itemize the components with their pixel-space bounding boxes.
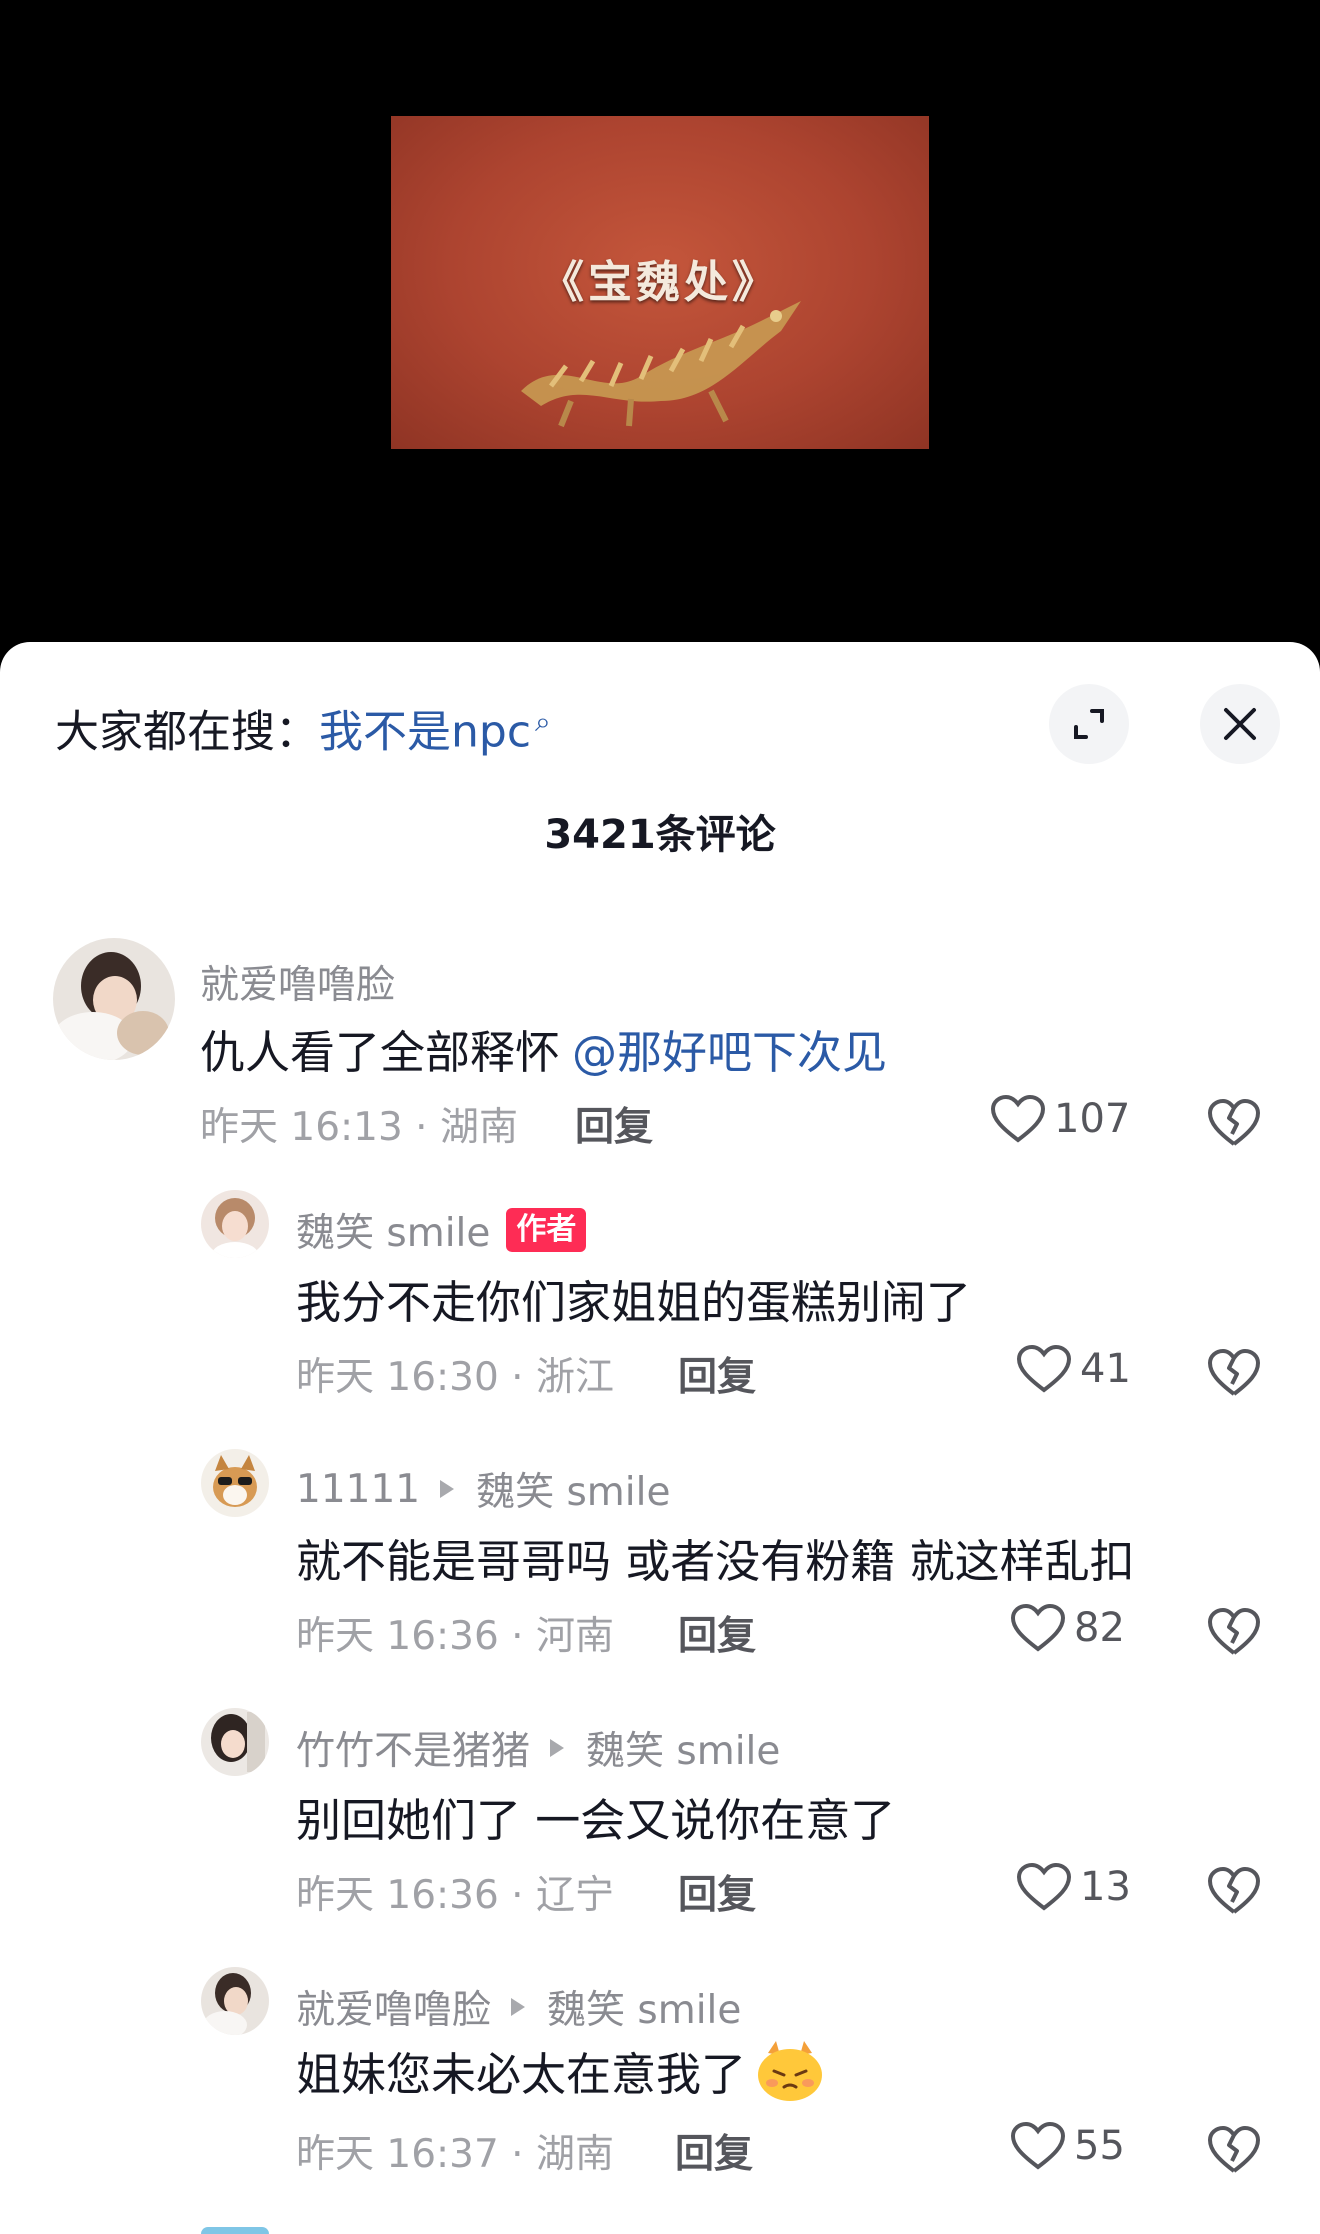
expand-icon bbox=[1074, 709, 1104, 739]
avatar[interactable] bbox=[53, 938, 175, 1060]
reply-arrow-icon bbox=[550, 1739, 565, 1757]
comment-text: 姐妹您未必太在意我了 bbox=[296, 2037, 826, 2103]
dislike-button[interactable] bbox=[1207, 1866, 1261, 1920]
like-button[interactable]: 41 bbox=[1016, 1344, 1131, 1394]
reply-username-row: 魏笑 smile 作者 bbox=[296, 1202, 587, 1258]
avatar[interactable] bbox=[201, 1708, 269, 1776]
dislike-button[interactable] bbox=[1207, 1348, 1261, 1402]
broken-heart-icon bbox=[1208, 1349, 1260, 1396]
reply-button[interactable]: 回复 bbox=[575, 1096, 653, 1152]
video-thumbnail[interactable]: 《宝魏处》 bbox=[391, 116, 929, 449]
reply-to-username[interactable]: 魏笑 smile bbox=[476, 1461, 670, 1517]
reply-to-username[interactable]: 魏笑 smile bbox=[547, 1979, 741, 2035]
comment-text: 就不能是哥哥吗 或者没有粉籍 就这样乱扣 bbox=[296, 1535, 1135, 1588]
broken-heart-icon bbox=[1208, 1608, 1260, 1655]
like-count: 55 bbox=[1074, 2123, 1125, 2169]
comment-text: 别回她们了 一会又说你在意了 bbox=[296, 1794, 896, 1847]
trending-search-term[interactable]: 我不是npc bbox=[319, 707, 531, 758]
like-count: 13 bbox=[1080, 1864, 1131, 1910]
like-count: 41 bbox=[1080, 1346, 1131, 1392]
trending-search[interactable]: 大家都在搜：我不是npc ⌕ bbox=[55, 694, 551, 761]
mention-link[interactable]: @那好吧下次见 bbox=[572, 1016, 887, 1081]
reply-button[interactable]: 回复 bbox=[678, 1605, 756, 1661]
dislike-button[interactable] bbox=[1207, 1607, 1261, 1661]
reply-username-row: 竹竹不是猪猪 魏笑 smile bbox=[296, 1720, 780, 1776]
broken-heart-icon bbox=[1208, 1099, 1260, 1146]
reply-button[interactable]: 回复 bbox=[675, 2123, 753, 2179]
comment-meta: 昨天 16:36 · 辽宁 bbox=[296, 1873, 614, 1918]
pouting-face-emoji-icon bbox=[758, 2041, 823, 2101]
broken-heart-icon bbox=[1208, 2126, 1260, 2173]
comment-body: 姐妹您未必太在意我了 bbox=[296, 2047, 747, 2101]
close-icon bbox=[1224, 708, 1256, 740]
heart-icon bbox=[1016, 1344, 1072, 1393]
avatar[interactable] bbox=[201, 1190, 269, 1258]
comment-body: 仇人看了全部释怀 bbox=[200, 1026, 561, 1079]
comment-username[interactable]: 11111 bbox=[296, 1467, 420, 1512]
comment-username[interactable]: 魏笑 smile bbox=[296, 1202, 490, 1258]
heart-icon bbox=[1016, 1862, 1072, 1911]
comment-meta: 昨天 16:30 · 浙江 bbox=[296, 1355, 614, 1400]
avatar[interactable] bbox=[201, 1967, 269, 2035]
expand-button[interactable] bbox=[1049, 684, 1129, 764]
comment-sheet: 大家都在搜：我不是npc ⌕ 3421条评论 就爱噜噜脸 仇人看了全部释怀 @那好… bbox=[0, 642, 1320, 2234]
golden-dragon-image bbox=[521, 301, 801, 428]
like-button[interactable]: 55 bbox=[1010, 2121, 1125, 2171]
like-count: 82 bbox=[1074, 1605, 1125, 1651]
comment-text: 仇人看了全部释怀 @那好吧下次见 bbox=[200, 1016, 887, 1081]
reply-button[interactable]: 回复 bbox=[678, 1346, 756, 1402]
broken-heart-icon bbox=[1208, 1867, 1260, 1914]
like-button[interactable]: 82 bbox=[1010, 1603, 1125, 1653]
avatar[interactable] bbox=[201, 2227, 269, 2234]
reply-to-username[interactable]: 魏笑 smile bbox=[586, 1720, 780, 1776]
reply-arrow-icon bbox=[440, 1480, 455, 1498]
comment-count: 3421条评论 bbox=[544, 812, 776, 858]
heart-icon bbox=[1010, 1603, 1066, 1652]
reply-username-row: 就爱噜噜脸 魏笑 smile bbox=[296, 1979, 741, 2035]
avatar[interactable] bbox=[201, 1449, 269, 1517]
like-count: 107 bbox=[1054, 1096, 1131, 1142]
author-badge: 作者 bbox=[506, 1208, 587, 1252]
like-button[interactable]: 13 bbox=[1016, 1862, 1131, 1912]
comment-username[interactable]: 就爱噜噜脸 bbox=[200, 954, 395, 1010]
comment-meta: 昨天 16:36 · 河南 bbox=[296, 1614, 614, 1659]
video-player[interactable]: 《宝魏处》 bbox=[0, 0, 1320, 650]
comment-username[interactable]: 就爱噜噜脸 bbox=[296, 1979, 491, 2035]
like-button[interactable]: 107 bbox=[990, 1094, 1130, 1144]
comment-username[interactable]: 竹竹不是猪猪 bbox=[296, 1720, 530, 1776]
heart-icon bbox=[1010, 2121, 1066, 2170]
heart-icon bbox=[990, 1094, 1046, 1143]
dislike-button[interactable] bbox=[1207, 1098, 1261, 1152]
comment-meta: 昨天 16:37 · 湖南 bbox=[296, 2132, 614, 2177]
reply-button[interactable]: 回复 bbox=[678, 1864, 756, 1920]
search-icon: ⌕ bbox=[535, 705, 551, 738]
close-button[interactable] bbox=[1200, 684, 1280, 764]
trending-search-prefix: 大家都在搜： bbox=[55, 706, 319, 758]
dislike-button[interactable] bbox=[1207, 2125, 1261, 2179]
reply-arrow-icon bbox=[511, 1998, 526, 2016]
comment-text: 我分不走你们家姐姐的蛋糕别闹了 bbox=[296, 1276, 972, 1329]
reply-username-row: 11111 魏笑 smile bbox=[296, 1461, 670, 1517]
comment-meta: 昨天 16:13 · 湖南 bbox=[200, 1105, 518, 1150]
